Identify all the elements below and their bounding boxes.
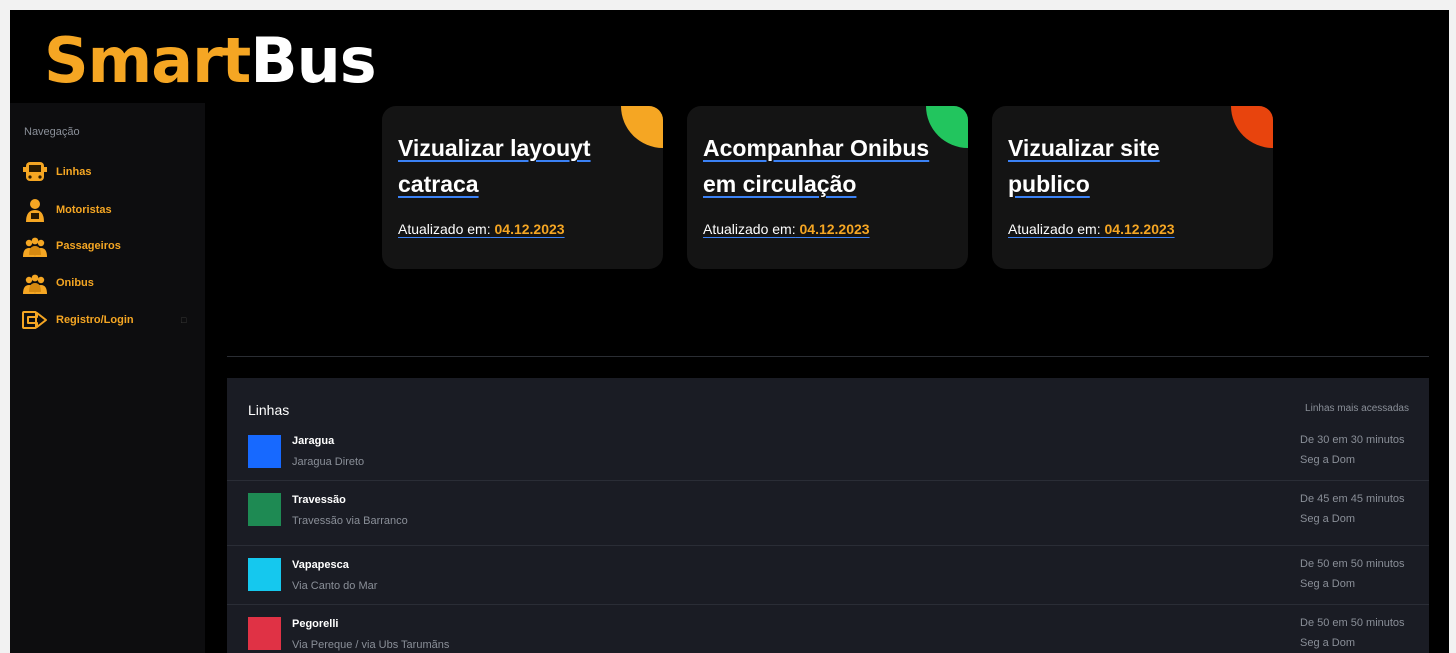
sidebar-item-label: Onibus [56,277,94,289]
sidebar-item-motoristas[interactable]: Motoristas [22,196,112,224]
line-route: Via Canto do Mar [292,580,378,592]
line-color-swatch [248,435,281,468]
card-updated: Atualizado em: 04.12.2023 [1008,221,1175,237]
table-row[interactable]: Vapapesca Via Canto do Mar De 50 em 50 m… [227,546,1429,605]
sidebar-item-label: Linhas [56,166,92,178]
driver-icon [22,197,48,223]
line-color-swatch [248,558,281,591]
card-updated: Atualizado em: 04.12.2023 [703,221,870,237]
card-updated-date: 04.12.2023 [799,221,870,237]
line-name: Travessão [292,494,346,506]
linhas-panel: Linhas Linhas mais acessadas Jaragua Jar… [227,378,1429,653]
card-title[interactable]: Vizualizar layouyt catraca [398,130,628,202]
line-route: Via Pereque / via Ubs Tarumãns [292,639,450,651]
card-site-publico[interactable]: Vizualizar site publico Atualizado em: 0… [992,106,1273,269]
sidebar-title: Navegação [24,126,80,138]
table-row[interactable]: Pegorelli Via Pereque / via Ubs Tarumãns… [227,605,1429,653]
bus-icon [22,159,48,185]
sidebar-item-registro-login[interactable]: Registro/Login □ [22,306,186,334]
line-name: Pegorelli [292,618,339,630]
card-updated-label: Atualizado em: [703,221,796,237]
sidebar-item-label: Passageiros [56,240,121,252]
card-updated-date: 04.12.2023 [1104,221,1175,237]
sidebar-item-label: Registro/Login [56,314,134,326]
panel-subtitle: Linhas mais acessadas [1305,403,1409,414]
line-route: Travessão via Barranco [292,515,408,527]
card-title[interactable]: Vizualizar site publico [1008,130,1238,202]
card-updated-date: 04.12.2023 [494,221,565,237]
smartbus-logo[interactable]: Smart Bus [44,23,377,97]
section-divider [227,356,1429,357]
line-days: Seg a Dom [1300,578,1356,590]
login-arrow-icon [22,307,48,333]
line-route: Jaragua Direto [292,456,365,468]
table-row[interactable]: Travessão Travessão via Barranco De 45 e… [227,481,1429,546]
line-color-swatch [248,617,281,650]
sidebar-item-linhas[interactable]: Linhas [22,158,91,186]
line-frequency: De 45 em 45 minutos [1300,493,1405,505]
line-frequency: De 30 em 30 minutos [1300,434,1405,446]
sidebar-item-label: Motoristas [56,204,112,216]
bus-group-icon [22,270,48,296]
card-title[interactable]: Acompanhar Onibus em circulação [703,130,933,202]
sidebar-item-onibus[interactable]: Onibus [22,269,94,297]
passengers-icon [22,233,48,259]
logo-smart-text: Smart [44,23,251,97]
expand-caret-icon[interactable]: □ [181,315,186,325]
card-updated-label: Atualizado em: [398,221,491,237]
card-updated: Atualizado em: 04.12.2023 [398,221,565,237]
line-name: Vapapesca [292,559,349,571]
sidebar-item-passageiros[interactable]: Passageiros [22,232,121,260]
line-color-swatch [248,493,281,526]
line-days: Seg a Dom [1300,454,1356,466]
line-days: Seg a Dom [1300,637,1356,649]
line-frequency: De 50 em 50 minutos [1300,558,1405,570]
line-days: Seg a Dom [1300,513,1356,525]
app-window: Smart Bus Navegação Linhas Motoristas Pas… [10,10,1449,653]
logo-bus-text: Bus [250,23,376,97]
sidebar: Navegação Linhas Motoristas Passageiros … [10,103,205,653]
card-layout-catraca[interactable]: Vizualizar layouyt catraca Atualizado em… [382,106,663,269]
panel-title: Linhas [248,402,290,418]
table-row[interactable]: Jaragua Jaragua Direto De 30 em 30 minut… [227,421,1429,481]
card-updated-label: Atualizado em: [1008,221,1101,237]
card-onibus-circulacao[interactable]: Acompanhar Onibus em circulação Atualiza… [687,106,968,269]
line-name: Jaragua [292,435,335,447]
line-frequency: De 50 em 50 minutos [1300,617,1405,629]
